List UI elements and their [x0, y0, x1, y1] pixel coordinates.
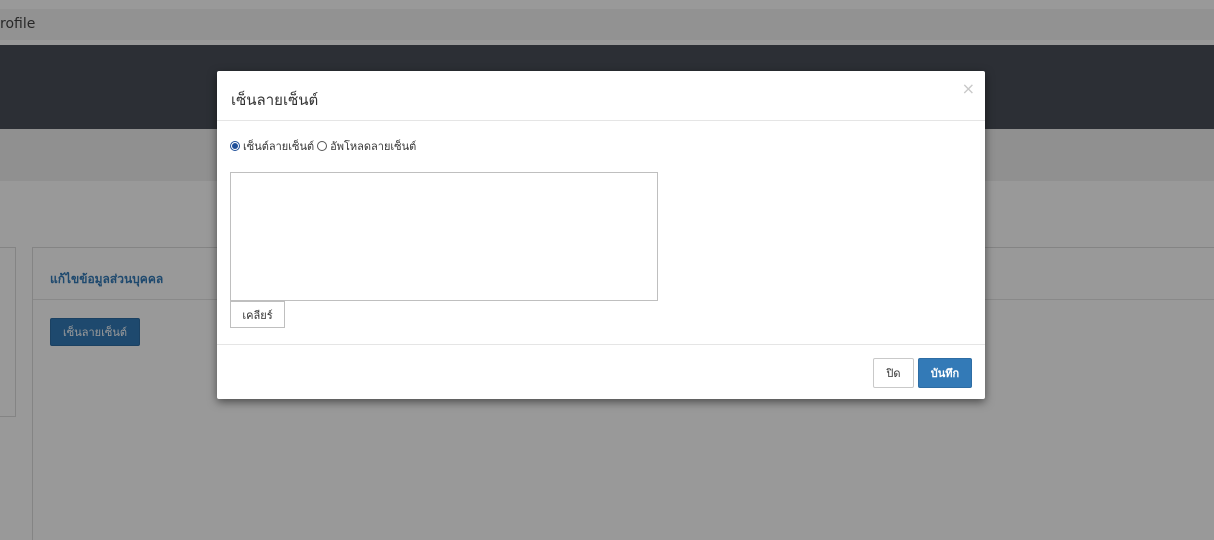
save-button[interactable]: บันทึก — [918, 358, 972, 388]
radio-upload-signature[interactable] — [317, 141, 328, 151]
radio-draw-signature[interactable] — [230, 141, 240, 151]
page-root: rofile แก้ไขข้อมูลส่วนบุคคล เซ็นลายเซ็นต… — [0, 0, 1214, 540]
modal-footer: ปิด บันทึก — [217, 344, 985, 399]
clear-signature-button[interactable]: เคลียร์ — [230, 301, 285, 328]
radio-upload-signature-label[interactable]: อัพโหลดลายเซ็นต์ — [330, 137, 416, 155]
signature-modal: เซ็นลายเซ็นต์ × เซ็นต์ลายเซ็นต์ อัพโหลดล… — [217, 71, 985, 399]
modal-title: เซ็นลายเซ็นต์ — [231, 91, 319, 109]
signature-canvas[interactable] — [230, 172, 658, 301]
close-icon[interactable]: × — [962, 79, 975, 98]
modal-header: เซ็นลายเซ็นต์ × — [217, 71, 985, 121]
signature-mode-radio-group: เซ็นต์ลายเซ็นต์ อัพโหลดลายเซ็นต์ — [230, 137, 419, 155]
close-button[interactable]: ปิด — [873, 358, 914, 388]
radio-draw-signature-label[interactable]: เซ็นต์ลายเซ็นต์ — [243, 137, 314, 155]
